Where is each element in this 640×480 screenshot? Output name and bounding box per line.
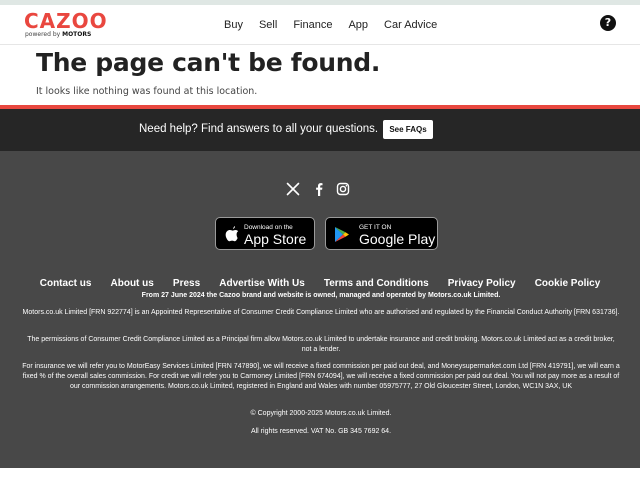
question-circle-icon[interactable]: ? <box>600 15 616 31</box>
vat-text: All rights reserved. VAT No. GB 345 7692… <box>250 428 392 435</box>
nav-item-finance[interactable]: Finance <box>293 19 332 31</box>
app-store-button[interactable]: Download on the App Store <box>215 217 315 250</box>
see-faqs-button[interactable]: See FAQs <box>383 120 433 139</box>
help-bar: Need help? Find answers to all your ques… <box>0 109 640 151</box>
cazoo-logo[interactable]: CAZOO powered by MOTORS <box>24 11 108 41</box>
instagram-icon[interactable] <box>336 182 350 196</box>
facebook-icon[interactable] <box>312 182 326 196</box>
footer-link-terms[interactable]: Terms and Conditions <box>324 278 429 289</box>
legal-paragraph-fca: Motors.co.uk Limited [FRN 922774] is an … <box>22 309 620 316</box>
google-play-small-text: GET IT ON <box>359 224 392 231</box>
google-play-icon <box>335 227 349 242</box>
site-footer: Download on the App Store GET IT ON Goog… <box>0 151 640 468</box>
footer-link-press[interactable]: Press <box>173 278 200 289</box>
help-bar-text: Need help? Find answers to all your ques… <box>139 123 379 135</box>
nav-item-app[interactable]: App <box>348 19 368 31</box>
footer-links: Contact us About us Press Advertise With… <box>0 271 640 290</box>
app-store-big-text: App Store <box>244 231 307 247</box>
ownership-notice: From 27 June 2024 the Cazoo brand and we… <box>141 292 501 299</box>
page-bottom <box>0 468 640 480</box>
nav-item-buy[interactable]: Buy <box>224 19 243 31</box>
footer-link-cookie[interactable]: Cookie Policy <box>535 278 601 289</box>
footer-link-about-us[interactable]: About us <box>111 278 154 289</box>
logo-tagline: powered by MOTORS <box>25 31 91 38</box>
legal-paragraph-permissions: The permissions of Consumer Credit Compl… <box>27 336 615 353</box>
nav-item-sell[interactable]: Sell <box>259 19 277 31</box>
page-subtitle: It looks like nothing was found at this … <box>36 86 258 97</box>
footer-link-privacy[interactable]: Privacy Policy <box>448 278 516 289</box>
social-links <box>286 182 356 198</box>
legal-paragraph-commission: For insurance we will refer you to Motor… <box>22 363 620 390</box>
logo-tagline-prefix: powered by <box>25 31 61 38</box>
apple-icon <box>225 226 239 242</box>
copyright-text: © Copyright 2000-2025 Motors.co.uk Limit… <box>250 410 392 417</box>
google-play-button[interactable]: GET IT ON Google Play <box>325 217 438 250</box>
logo-tagline-brand: MOTORS <box>62 31 92 38</box>
app-store-small-text: Download on the <box>244 224 293 231</box>
site-header: CAZOO powered by MOTORS Buy Sell Finance… <box>0 5 640 45</box>
footer-link-advertise[interactable]: Advertise With Us <box>219 278 304 289</box>
footer-link-contact-us[interactable]: Contact us <box>40 278 92 289</box>
main-nav: Buy Sell Finance App Car Advice <box>224 5 453 45</box>
nav-item-car-advice[interactable]: Car Advice <box>384 19 437 31</box>
google-play-big-text: Google Play <box>359 231 436 247</box>
logo-wordmark: CAZOO <box>24 9 108 33</box>
page-title: The page can't be found. <box>36 48 381 77</box>
x-twitter-icon[interactable] <box>286 182 300 196</box>
